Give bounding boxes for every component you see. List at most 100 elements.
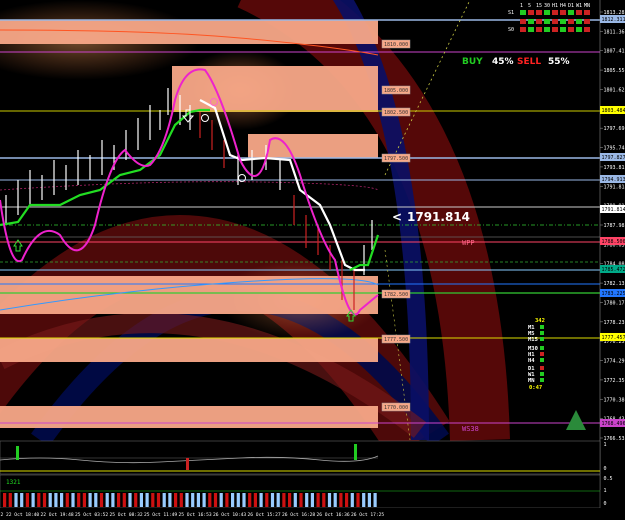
mtf-cell	[568, 10, 574, 15]
sub-axis-label: 1	[604, 442, 607, 448]
histogram-bar	[111, 493, 115, 507]
axis-tick-label: 1791.814	[604, 184, 625, 190]
time-axis-label: 25 Oct 03:52	[75, 512, 108, 518]
status-dot	[540, 378, 544, 382]
histogram-bar	[339, 493, 343, 507]
histogram-bar	[14, 493, 18, 507]
histogram-bar	[231, 493, 235, 507]
histogram-bar	[322, 493, 326, 507]
histogram-bar	[117, 493, 121, 507]
time-axis-label: 25 Oct 08:32	[110, 512, 143, 518]
buy-label: BUY	[462, 57, 483, 67]
level-label: 1802.500	[384, 110, 408, 116]
time-axis-label: 22 Oct 18:40	[6, 512, 39, 518]
histogram-bar	[202, 493, 206, 507]
axis-tick-label: 1801.625	[604, 87, 625, 93]
mtf-cell	[584, 27, 590, 32]
histogram-bar	[367, 493, 371, 507]
histogram-bar	[82, 493, 86, 507]
histogram-bar	[162, 493, 166, 507]
histogram-bar	[54, 493, 58, 507]
mtf-cell	[568, 27, 574, 32]
level-label: 1805.000	[384, 88, 408, 94]
zone-1782	[0, 276, 378, 314]
histogram-bar	[282, 493, 286, 507]
zone-1805	[172, 66, 378, 112]
zone-1810	[0, 20, 378, 44]
histogram-bar	[191, 493, 195, 507]
histogram-bar	[373, 493, 377, 507]
axis-price-badge-label: 1803.484	[602, 108, 625, 114]
level-label: 1782.500	[384, 292, 408, 298]
time-axis-label: 2	[1, 512, 4, 518]
status-dot	[540, 337, 544, 341]
timeframe-label: W1	[576, 3, 582, 9]
mtf-cell	[536, 19, 542, 24]
timeframe-label: D1	[568, 3, 574, 9]
timeframe-label: 30	[544, 3, 550, 9]
histogram-bar	[151, 493, 155, 507]
histogram-bar	[94, 493, 98, 507]
axis-price-badge-label: 1785.472	[602, 267, 625, 273]
histogram-bar	[219, 493, 223, 507]
histogram-bar	[293, 493, 297, 507]
histogram-bar	[25, 493, 29, 507]
histogram-bar	[65, 493, 69, 507]
histogram-bar	[174, 493, 178, 507]
mtf-row-label: S1	[508, 10, 514, 16]
histogram-bar	[299, 493, 303, 507]
axis-price-badge-label: 1768.496	[602, 421, 625, 427]
histogram-bar	[208, 493, 212, 507]
mtf-cell	[520, 10, 526, 15]
mtf-cell	[552, 10, 558, 15]
axis-tick-label: 1787.985	[604, 223, 625, 229]
histogram-bar	[276, 493, 280, 507]
axis-tick-label: 1780.175	[604, 300, 625, 306]
histogram-bar	[356, 493, 360, 507]
timeframe-label: 1	[520, 3, 523, 9]
timeframe-label: MN	[528, 378, 535, 384]
histogram-bar	[270, 493, 275, 507]
histogram-bar	[316, 493, 320, 507]
status-dot	[540, 366, 544, 370]
timeframe-label: H4	[560, 3, 566, 9]
level-label: 1797.500	[384, 156, 408, 162]
axis-current-price-label: 1791.814	[602, 207, 625, 213]
indicator-panel[interactable]	[0, 440, 601, 475]
histogram-bar	[122, 493, 126, 507]
histogram-bar	[248, 493, 252, 507]
bar-timer: 0:47	[529, 385, 542, 391]
mtf-row-label: S0	[508, 27, 514, 33]
trading-chart[interactable]: 1810.000 1805.000 1802.500 1797.500 1782…	[0, 0, 625, 520]
status-dot	[540, 358, 544, 362]
mtf-cell	[552, 19, 558, 24]
mtf-cell	[584, 10, 590, 15]
histogram-bar	[236, 493, 240, 507]
histogram-bar	[225, 493, 229, 507]
mtf-cell	[584, 19, 590, 24]
mtf-cell	[560, 10, 566, 15]
histogram-bar	[88, 493, 92, 507]
histogram-bar	[186, 458, 189, 470]
price-marker: <	[392, 210, 402, 224]
histogram-bar	[310, 493, 314, 507]
timeframe-label: M15	[528, 337, 538, 343]
current-price-value: 1791.814	[407, 210, 470, 224]
histogram-bar	[265, 493, 269, 507]
histogram-bar	[139, 493, 143, 507]
mtf-cell	[576, 10, 582, 15]
status-dot	[540, 346, 544, 350]
time-axis-labels: 2 22 Oct 18:40 22 Oct 19:48 25 Oct 03:52 25 …	[1, 512, 385, 518]
mtf-cell	[544, 19, 550, 24]
histogram-bar	[16, 446, 19, 460]
zone-1777	[0, 338, 378, 362]
timeframe-label: H1	[552, 3, 558, 9]
histogram-bar	[20, 493, 24, 507]
axis-tick-label: 1778.230	[604, 320, 625, 326]
histogram-bar	[128, 493, 132, 507]
time-axis-label: 26 Oct 16:36	[317, 512, 350, 518]
histogram-bar	[259, 493, 263, 507]
axis-tick-label: 1797.690	[604, 126, 625, 132]
histogram-bar	[354, 444, 357, 460]
mtf-cell	[568, 19, 574, 24]
